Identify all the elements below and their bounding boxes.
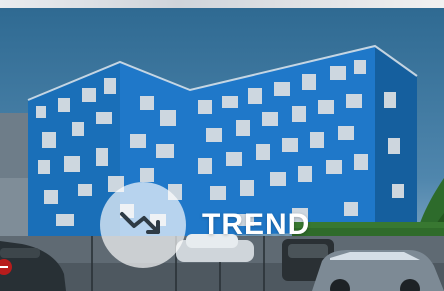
trend-title: TREND xyxy=(202,208,311,241)
top-strip xyxy=(0,0,444,8)
trend-overlay[interactable]: TREND xyxy=(100,182,310,268)
hero-card[interactable]: TREND xyxy=(0,0,444,291)
trend-down-icon xyxy=(120,212,160,234)
trend-badge[interactable] xyxy=(100,182,186,268)
